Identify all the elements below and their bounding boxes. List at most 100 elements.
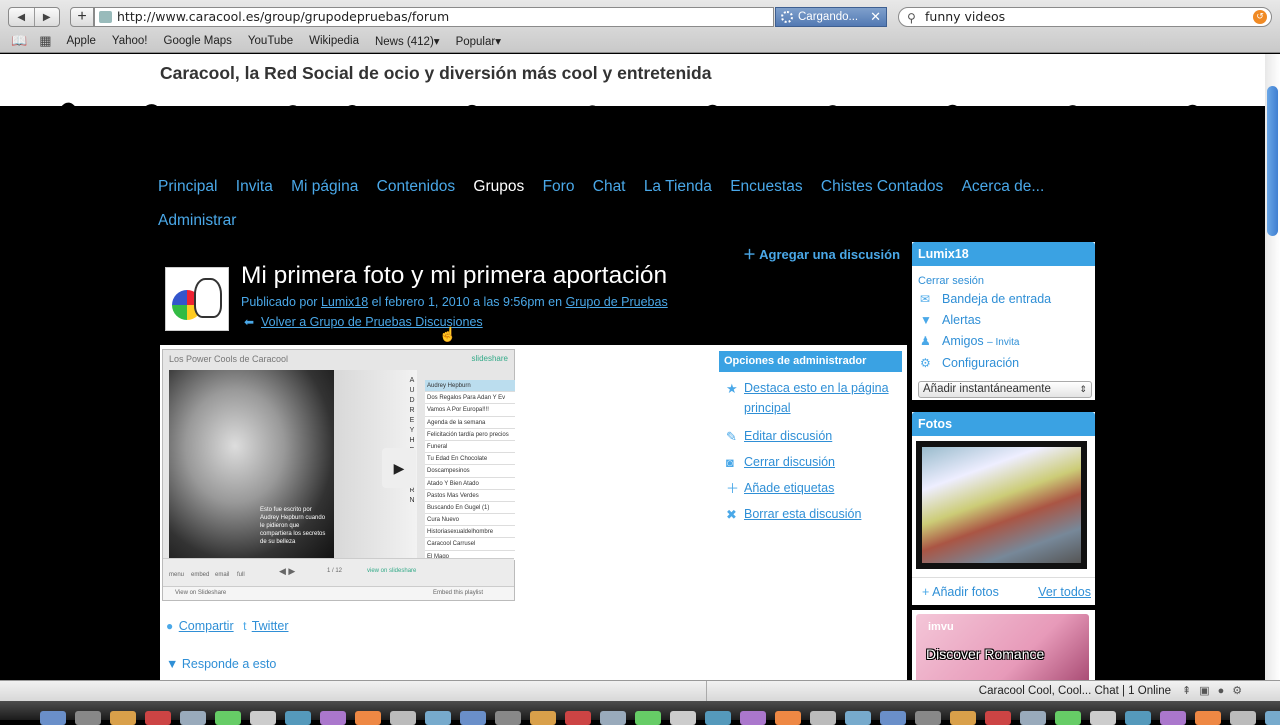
dock-app-icon[interactable] <box>1230 711 1256 725</box>
twitter-link[interactable]: Twitter <box>252 619 289 633</box>
playlist-item[interactable]: Historiasexualdelhombre <box>425 526 515 539</box>
stop-icon[interactable]: ✕ <box>870 8 881 26</box>
friends-link[interactable]: ♟ Amigos – Invita <box>912 331 1095 353</box>
scrollbar-thumb[interactable] <box>1267 86 1278 236</box>
back-icon[interactable]: ◀ <box>9 8 35 26</box>
dock-app-icon[interactable] <box>145 711 171 725</box>
share-link[interactable]: Compartir <box>179 619 234 633</box>
menu-control[interactable]: menu <box>169 572 184 578</box>
dock-app-icon[interactable] <box>950 711 976 725</box>
dock-app-icon[interactable] <box>775 711 801 725</box>
user-name[interactable]: Lumix18 <box>912 242 1095 266</box>
add-discussion-link[interactable]: ＋ Agregar una discusión <box>743 244 900 263</box>
settings-link[interactable]: ⚙ Configuración <box>912 353 1095 374</box>
bookmark-youtube[interactable]: YouTube <box>248 35 293 47</box>
vertical-scrollbar[interactable] <box>1265 54 1280 680</box>
close-discussion[interactable]: ◙ Cerrar discusión <box>719 452 902 472</box>
nav-chistes-contados[interactable]: Chistes Contados <box>821 170 943 204</box>
dock-app-icon[interactable] <box>845 711 871 725</box>
dock-app-icon[interactable] <box>250 711 276 725</box>
dock-app-icon[interactable] <box>1090 711 1116 725</box>
dock-app-icon[interactable] <box>635 711 661 725</box>
playlist-item[interactable]: Caracool Carrusel <box>425 538 515 551</box>
dock-app-icon[interactable] <box>75 711 101 725</box>
dock-app-icon[interactable] <box>1195 711 1221 725</box>
bookmark-google-maps[interactable]: Google Maps <box>164 35 232 47</box>
nav-invita[interactable]: Invita <box>236 170 273 204</box>
back-forward-buttons[interactable]: ◀ ▶ <box>8 7 60 27</box>
dock-app-icon[interactable] <box>1160 711 1186 725</box>
edit-discussion[interactable]: ✎ Editar discusión <box>719 426 902 446</box>
feature-on-homepage[interactable]: ★ Destaca esto en la página principal <box>719 378 902 418</box>
playlist-item[interactable]: Funeral <box>425 441 515 454</box>
add-tags[interactable]: ＋ Añade etiquetas <box>719 478 902 498</box>
invite-link[interactable]: – Invita <box>987 337 1019 348</box>
search-field[interactable]: ⚲ funny videos ↺ <box>898 7 1272 27</box>
playlist-item[interactable]: Buscando En Gugel (1) <box>425 502 515 515</box>
bookmark-popular[interactable]: Popular▾ <box>456 34 501 48</box>
imvu-ad-banner[interactable]: imvu Discover Romance <box>916 614 1089 680</box>
full-control[interactable]: full <box>237 572 245 578</box>
playlist-item[interactable]: Atado Y Bien Atado <box>425 478 515 490</box>
nav-principal[interactable]: Principal <box>158 170 217 204</box>
dock-app-icon[interactable] <box>1055 711 1081 725</box>
dock-app-icon[interactable] <box>320 711 346 725</box>
author-avatar[interactable] <box>165 267 229 331</box>
dock-app-icon[interactable] <box>425 711 451 725</box>
dock-app-icon[interactable] <box>880 711 906 725</box>
logout-link[interactable]: Cerrar sesión <box>912 266 1095 287</box>
dock-app-icon[interactable] <box>915 711 941 725</box>
group-link[interactable]: Grupo de Pruebas <box>566 295 668 309</box>
playlist-item[interactable]: Felicitación tardía pero precios <box>425 429 515 441</box>
bookmark-news[interactable]: News (412)▾ <box>375 34 440 48</box>
forward-icon[interactable]: ▶ <box>35 8 60 26</box>
nav-administrar[interactable]: Administrar <box>158 204 236 238</box>
nav-contenidos[interactable]: Contenidos <box>377 170 455 204</box>
dock-app-icon[interactable] <box>740 711 766 725</box>
add-bookmark-button[interactable]: + <box>70 7 94 27</box>
dock-app-icon[interactable] <box>705 711 731 725</box>
reading-list-icon[interactable]: 📖 <box>11 33 27 49</box>
author-link[interactable]: Lumix18 <box>321 295 368 309</box>
nav-acerca-de[interactable]: Acerca de... <box>962 170 1045 204</box>
nav-la-tienda[interactable]: La Tienda <box>644 170 712 204</box>
dock-app-icon[interactable] <box>355 711 381 725</box>
quick-add-select[interactable]: Añadir instantáneamente ⇕ <box>918 381 1092 398</box>
dock-app-icon[interactable] <box>285 711 311 725</box>
playlist-item[interactable]: Tu Edad En Chocolate <box>425 453 515 466</box>
nav-foro[interactable]: Foro <box>543 170 575 204</box>
dock-app-icon[interactable] <box>1020 711 1046 725</box>
playlist-item[interactable]: Audrey Hepburn <box>425 380 515 393</box>
nav-encuestas[interactable]: Encuestas <box>730 170 802 204</box>
dock-app-icon[interactable] <box>180 711 206 725</box>
top-sites-icon[interactable]: ▦ <box>39 33 51 49</box>
view-all-link[interactable]: Ver todos <box>1038 578 1091 606</box>
embed-playlist-link[interactable]: Embed this playlist <box>433 587 483 600</box>
dock-app-icon[interactable] <box>810 711 836 725</box>
playlist-item[interactable]: Agenda de la semana <box>425 417 515 429</box>
slideshare-embed[interactable]: Los Power Cools de Caracool slideshare E… <box>162 349 515 601</box>
email-control[interactable]: email <box>215 572 229 578</box>
photo-thumbnail[interactable] <box>916 441 1087 569</box>
add-photos-link[interactable]: + Añadir fotos <box>922 578 999 606</box>
address-bar[interactable]: http://www.caracool.es/group/grupodeprue… <box>94 7 774 27</box>
dock-app-icon[interactable] <box>390 711 416 725</box>
dock-app-icon[interactable] <box>460 711 486 725</box>
prev-slide-icon[interactable]: ◀ ▶ <box>279 566 295 577</box>
nav-mi-pagina[interactable]: Mi página <box>291 170 358 204</box>
dock-app-icon[interactable] <box>215 711 241 725</box>
snapback-icon[interactable]: ↺ <box>1253 10 1267 24</box>
view-on-slideshare[interactable]: view on slideshare <box>367 568 416 574</box>
dock-app-icon[interactable] <box>40 711 66 725</box>
top-icon[interactable]: ⇞ <box>1182 685 1199 697</box>
bookmark-wikipedia[interactable]: Wikipedia <box>309 35 359 47</box>
settings-icon[interactable]: ⚙ <box>1232 685 1250 697</box>
reply-link[interactable]: ▼ Responde a esto <box>166 657 276 671</box>
dock-app-icon[interactable] <box>670 711 696 725</box>
chat-icon[interactable]: ▣ <box>1199 685 1217 697</box>
inbox-link[interactable]: ✉ Bandeja de entrada <box>912 289 1095 310</box>
playlist-item[interactable]: Cura Nuevo <box>425 514 515 527</box>
delete-discussion[interactable]: ✖ Borrar esta discusión <box>719 504 902 524</box>
dock-app-icon[interactable] <box>1265 711 1280 725</box>
alerts-link[interactable]: ▼ Alertas <box>912 310 1095 331</box>
